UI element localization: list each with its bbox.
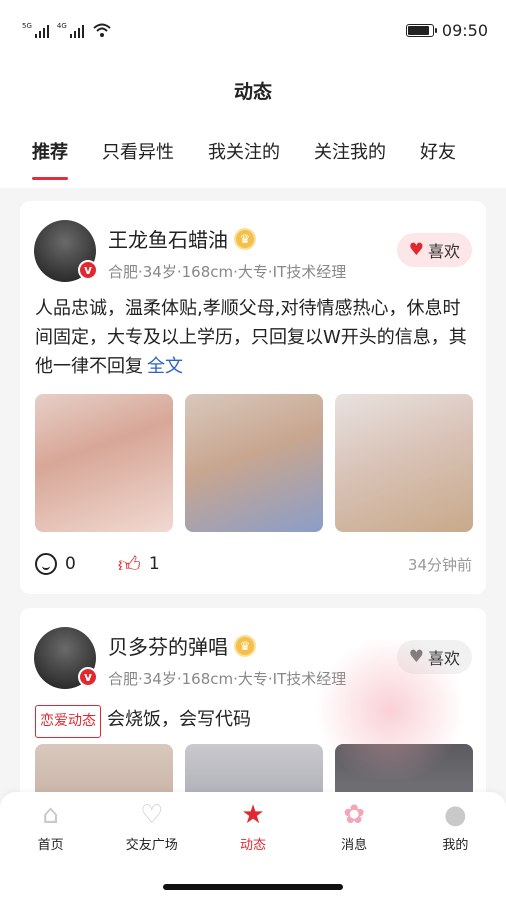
flower-icon: ✿ (343, 800, 366, 830)
page-title: 动态 (233, 80, 272, 103)
like-button[interactable]: ♥ 喜欢 (396, 640, 472, 674)
crown-icon: ♛ (234, 227, 256, 250)
nav-profile[interactable]: ● 我的 (410, 800, 500, 853)
name-row: 贝多芬的弹唱 ♛ (108, 631, 256, 660)
home-icon: ⌂ (42, 800, 59, 830)
star-icon: ★ (241, 800, 265, 830)
wifi-icon (93, 23, 111, 37)
tab-recommend[interactable]: 推荐 (32, 138, 68, 180)
post-body: 人品忠诚，温柔体贴,孝顺父母,对待情感热心，休息时间固定，大专及以上学历，只回复… (35, 298, 467, 377)
clock: 09:50 (441, 20, 488, 40)
photo-grid (35, 394, 473, 532)
user-meta: 合肥·34岁·168cm·大专·IT技术经理 (108, 670, 347, 688)
status-bar: 5G 4G 09:50 (0, 0, 506, 60)
post-photo[interactable] (185, 394, 323, 532)
nav-label: 交友广场 (125, 838, 178, 853)
post-text: 人品忠诚，温柔体贴,孝顺父母,对待情感热心，休息时间固定，大专及以上学历，只回复… (35, 294, 472, 381)
avatar[interactable]: v (34, 627, 98, 689)
user-meta: 合肥·34岁·168cm·大专·IT技术经理 (108, 263, 347, 281)
post-time: 34分钟前 (407, 555, 472, 574)
avatar[interactable]: v (34, 220, 98, 282)
post-text: 恋爱动态 会烧饭，会写代码 (35, 705, 472, 738)
nav-home[interactable]: ⌂ 首页 (6, 800, 96, 853)
nav-moments[interactable]: ★ 动态 (208, 800, 298, 853)
signal-4g-icon: 4G (57, 22, 84, 38)
comment-count: 0 (65, 554, 76, 574)
battery-icon (405, 23, 437, 37)
nav-label: 消息 (341, 838, 368, 853)
thumb-up-button[interactable]: 👍︎ 1 (118, 551, 160, 578)
tab-opposite-sex[interactable]: 只看异性 (102, 138, 174, 170)
signal-5g-icon: 5G (22, 22, 49, 38)
read-more-link[interactable]: 全文 (147, 356, 183, 377)
user-name[interactable]: 王龙鱼石蜡油 (108, 224, 228, 253)
post-photo[interactable] (35, 394, 173, 532)
heart-icon: ♥ (408, 647, 424, 667)
like-button[interactable]: ♥ 喜欢 (396, 233, 472, 267)
crown-icon: ♛ (234, 634, 256, 657)
heart-icon: ♥ (408, 240, 424, 260)
post-actions: 0 👍︎ 1 34分钟前 (35, 549, 472, 579)
nav-plaza[interactable]: ♡ 交友广场 (107, 800, 197, 853)
tab-followers[interactable]: 关注我的 (314, 138, 386, 170)
name-row: 王龙鱼石蜡油 ♛ (108, 224, 256, 253)
user-name[interactable]: 贝多芬的弹唱 (108, 631, 228, 660)
like-label: 喜欢 (427, 649, 460, 668)
post-card[interactable]: v 王龙鱼石蜡油 ♛ 合肥·34岁·168cm·大专·IT技术经理 ♥ 喜欢 人… (20, 201, 486, 594)
post-body: 会烧饭，会写代码 (107, 709, 251, 730)
tab-following[interactable]: 我关注的 (208, 138, 280, 170)
filter-tabs: 推荐 只看异性 我关注的 关注我的 好友 (0, 120, 506, 188)
status-right: 09:50 (405, 20, 488, 40)
tab-friends[interactable]: 好友 (420, 138, 456, 170)
like-count: 1 (148, 554, 160, 574)
post-photo[interactable] (335, 394, 473, 532)
hearts-icon: ♡ (140, 800, 164, 830)
signal-group: 5G 4G (22, 22, 112, 38)
nav-label: 动态 (239, 838, 266, 853)
page-header: 动态 (0, 60, 506, 120)
verified-badge-icon: v (78, 667, 98, 687)
comment-icon (35, 553, 57, 575)
verified-badge-icon: v (78, 260, 98, 280)
like-label: 喜欢 (427, 242, 460, 261)
nav-label: 我的 (442, 838, 469, 853)
comment-button[interactable]: 0 (35, 553, 76, 575)
nav-label: 首页 (37, 838, 64, 853)
person-icon: ● (444, 800, 467, 830)
nav-messages[interactable]: ✿ 消息 (309, 800, 399, 853)
home-indicator (163, 884, 343, 890)
thumb-up-icon: 👍︎ (117, 552, 141, 578)
love-tag-badge[interactable]: 恋爱动态 (35, 705, 101, 738)
